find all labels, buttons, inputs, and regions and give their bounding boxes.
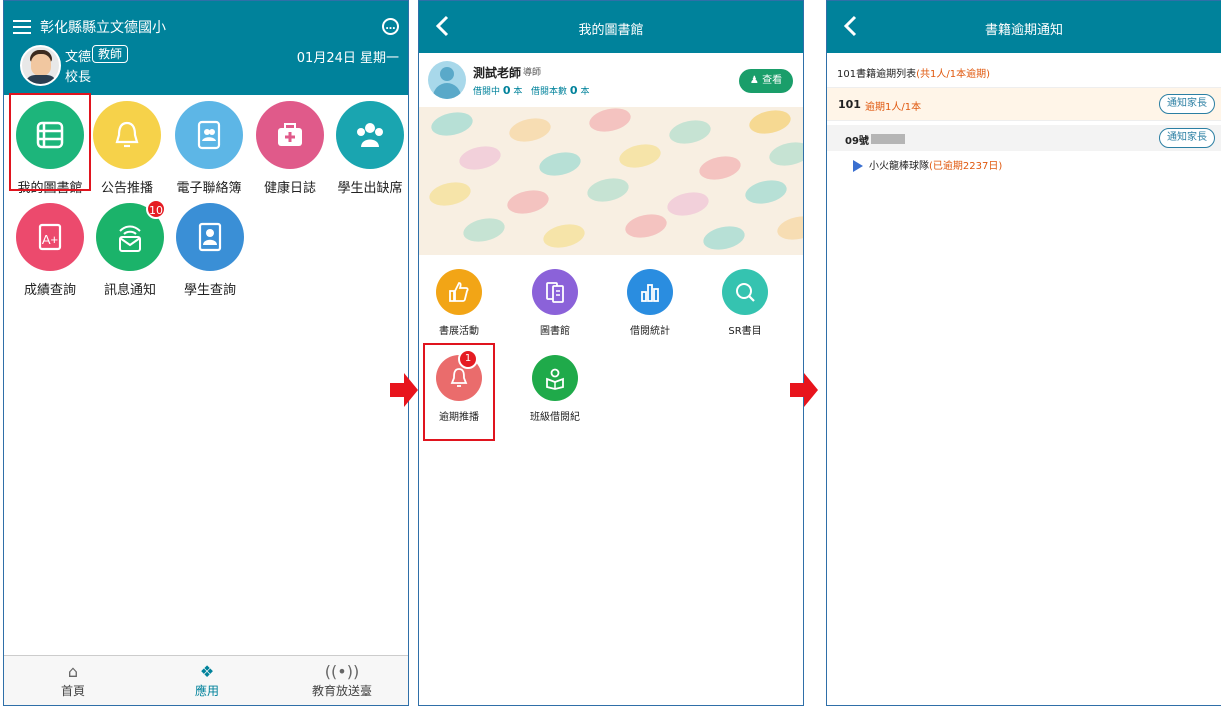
user-title: 校長 bbox=[65, 70, 92, 85]
unit-label: 本 bbox=[513, 87, 523, 97]
list-title-suffix: (共1人/1本逾期) bbox=[916, 69, 990, 80]
bar-chart-icon bbox=[627, 269, 673, 315]
notify-parents-button[interactable]: 通知家長 bbox=[1159, 94, 1215, 114]
class-number: 101 bbox=[838, 98, 861, 111]
app-label: 訊息通知 bbox=[103, 283, 156, 298]
person-icon: ♟ bbox=[749, 75, 759, 86]
highlight-box bbox=[423, 343, 495, 441]
list-title-prefix: 101書籍逾期列表 bbox=[837, 69, 917, 80]
func-label: 圖書館 bbox=[540, 326, 570, 337]
func-class-borrow-log[interactable]: 班級借閱紀 bbox=[515, 355, 595, 423]
func-label: 班級借閱紀 bbox=[530, 412, 580, 423]
func-label: SR書目 bbox=[728, 326, 762, 337]
home-header: 彰化縣縣立文德國小 … 文德 教師 校長 01月24日 星期一 bbox=[4, 1, 408, 95]
page-title: 我的圖書館 bbox=[578, 23, 644, 38]
school-name: 彰化縣縣立文德國小 bbox=[40, 20, 166, 36]
apps-icon: ❖ bbox=[199, 662, 215, 681]
student-search-icon bbox=[176, 203, 244, 271]
notify-parents-button[interactable]: 通知家長 bbox=[1159, 128, 1215, 148]
app-label: 學生查詢 bbox=[183, 283, 236, 298]
highlight-box bbox=[9, 93, 91, 191]
borrowing-count: 0 bbox=[502, 84, 511, 97]
app-attendance[interactable]: 學生出缺席 bbox=[327, 101, 408, 196]
current-date: 01月24日 星期一 bbox=[296, 51, 399, 66]
medical-kit-icon bbox=[256, 101, 324, 169]
app-messages[interactable]: 10 訊息通知 bbox=[87, 199, 173, 298]
redacted-name bbox=[871, 134, 905, 144]
app-grades[interactable]: A+ 成績查詢 bbox=[7, 203, 93, 298]
tab-apps[interactable]: ❖ 應用 bbox=[162, 662, 252, 699]
app-label: 公告推播 bbox=[100, 181, 153, 196]
hamburger-menu-icon[interactable] bbox=[13, 20, 31, 34]
page-title: 書籍逾期通知 bbox=[984, 23, 1063, 38]
grade-icon: A+ bbox=[16, 203, 84, 271]
magnifier-icon bbox=[722, 269, 768, 315]
broadcast-icon: ((•)) bbox=[324, 662, 360, 681]
borrowing-label: 借閱中 bbox=[473, 87, 501, 97]
avatar bbox=[428, 61, 466, 99]
home-screen-panel: 彰化縣縣立文德國小 … 文德 教師 校長 01月24日 星期一 我的圖書館 公告… bbox=[3, 0, 409, 706]
bottom-tab-bar: ⌂ 首頁 ❖ 應用 ((•)) 教育放送臺 bbox=[4, 655, 408, 705]
red-arrow-icon bbox=[790, 373, 818, 407]
app-health-log[interactable]: 健康日誌 bbox=[247, 101, 333, 196]
my-library-panel: 我的圖書館 測試老師 導師 借閱中 0 本 借閱本數 0 本 ♟ 查看 書展活動… bbox=[418, 0, 804, 706]
app-label: 成績查詢 bbox=[23, 283, 76, 298]
user-role-badge[interactable]: 教師 bbox=[92, 45, 129, 63]
func-sr-catalog[interactable]: SR書目 bbox=[705, 269, 785, 337]
func-label: 借閱統計 bbox=[630, 326, 670, 337]
bell-icon bbox=[93, 101, 161, 169]
total-count: 0 bbox=[569, 84, 578, 97]
tab-label: 應用 bbox=[194, 684, 219, 698]
banner-image bbox=[419, 107, 803, 255]
overdue-book-item[interactable]: 小火龍棒球隊(已逾期2237日) bbox=[853, 157, 1002, 172]
func-library[interactable]: 圖書館 bbox=[515, 269, 595, 337]
overdue-header: 書籍逾期通知 bbox=[827, 1, 1221, 53]
attendance-icon bbox=[336, 101, 404, 169]
student-row: 09號 通知家長 bbox=[827, 125, 1221, 151]
home-icon: ⌂ bbox=[67, 662, 79, 681]
thumbs-up-icon bbox=[436, 269, 482, 315]
func-book-fair[interactable]: 書展活動 bbox=[419, 269, 499, 337]
user-name: 文德 bbox=[65, 50, 92, 65]
app-label: 學生出缺席 bbox=[337, 181, 403, 196]
profile-role: 導師 bbox=[523, 68, 542, 78]
view-button-label: 查看 bbox=[762, 75, 783, 86]
contact-book-icon bbox=[175, 101, 243, 169]
chat-icon[interactable]: … bbox=[382, 18, 399, 35]
svg-text:A+: A+ bbox=[42, 232, 58, 247]
class-row: 101 逾期1人/1本 通知家長 bbox=[827, 87, 1221, 121]
func-label: 書展活動 bbox=[439, 326, 479, 337]
borrow-stats: 借閱中 0 本 借閱本數 0 本 bbox=[473, 84, 589, 97]
notification-badge: 10 bbox=[146, 199, 166, 219]
reader-icon bbox=[532, 355, 578, 401]
class-overdue-summary: 逾期1人/1本 bbox=[865, 102, 922, 113]
red-arrow-icon bbox=[390, 373, 418, 407]
profile-name: 測試老師 bbox=[473, 66, 522, 80]
message-icon: 10 bbox=[96, 199, 166, 271]
tab-broadcast[interactable]: ((•)) 教育放送臺 bbox=[297, 662, 387, 699]
app-label: 健康日誌 bbox=[263, 181, 316, 196]
tab-label: 教育放送臺 bbox=[311, 684, 372, 698]
play-triangle-icon bbox=[853, 160, 863, 172]
overdue-notice-panel: 書籍逾期通知 101書籍逾期列表(共1人/1本逾期) 101 逾期1人/1本 通… bbox=[826, 0, 1221, 706]
func-borrow-stats[interactable]: 借閱統計 bbox=[610, 269, 690, 337]
books-icon bbox=[532, 269, 578, 315]
app-student-search[interactable]: 學生查詢 bbox=[167, 203, 253, 298]
app-announcement[interactable]: 公告推播 bbox=[84, 101, 170, 196]
app-contact-book[interactable]: 電子聯絡簿 bbox=[166, 101, 252, 196]
book-overdue-days: (已逾期2237日) bbox=[929, 161, 1003, 172]
unit-label: 本 bbox=[580, 87, 590, 97]
library-header: 我的圖書館 bbox=[419, 1, 803, 53]
student-seat: 09號 bbox=[845, 136, 869, 147]
app-label: 電子聯絡簿 bbox=[176, 181, 242, 196]
book-title: 小火龍棒球隊 bbox=[869, 161, 929, 172]
overdue-list-title: 101書籍逾期列表(共1人/1本逾期) bbox=[837, 65, 990, 80]
total-label: 借閱本數 bbox=[531, 87, 568, 97]
tab-home[interactable]: ⌂ 首頁 bbox=[28, 662, 118, 699]
avatar[interactable] bbox=[20, 45, 61, 86]
tab-label: 首頁 bbox=[60, 684, 85, 698]
view-button[interactable]: ♟ 查看 bbox=[739, 69, 793, 93]
